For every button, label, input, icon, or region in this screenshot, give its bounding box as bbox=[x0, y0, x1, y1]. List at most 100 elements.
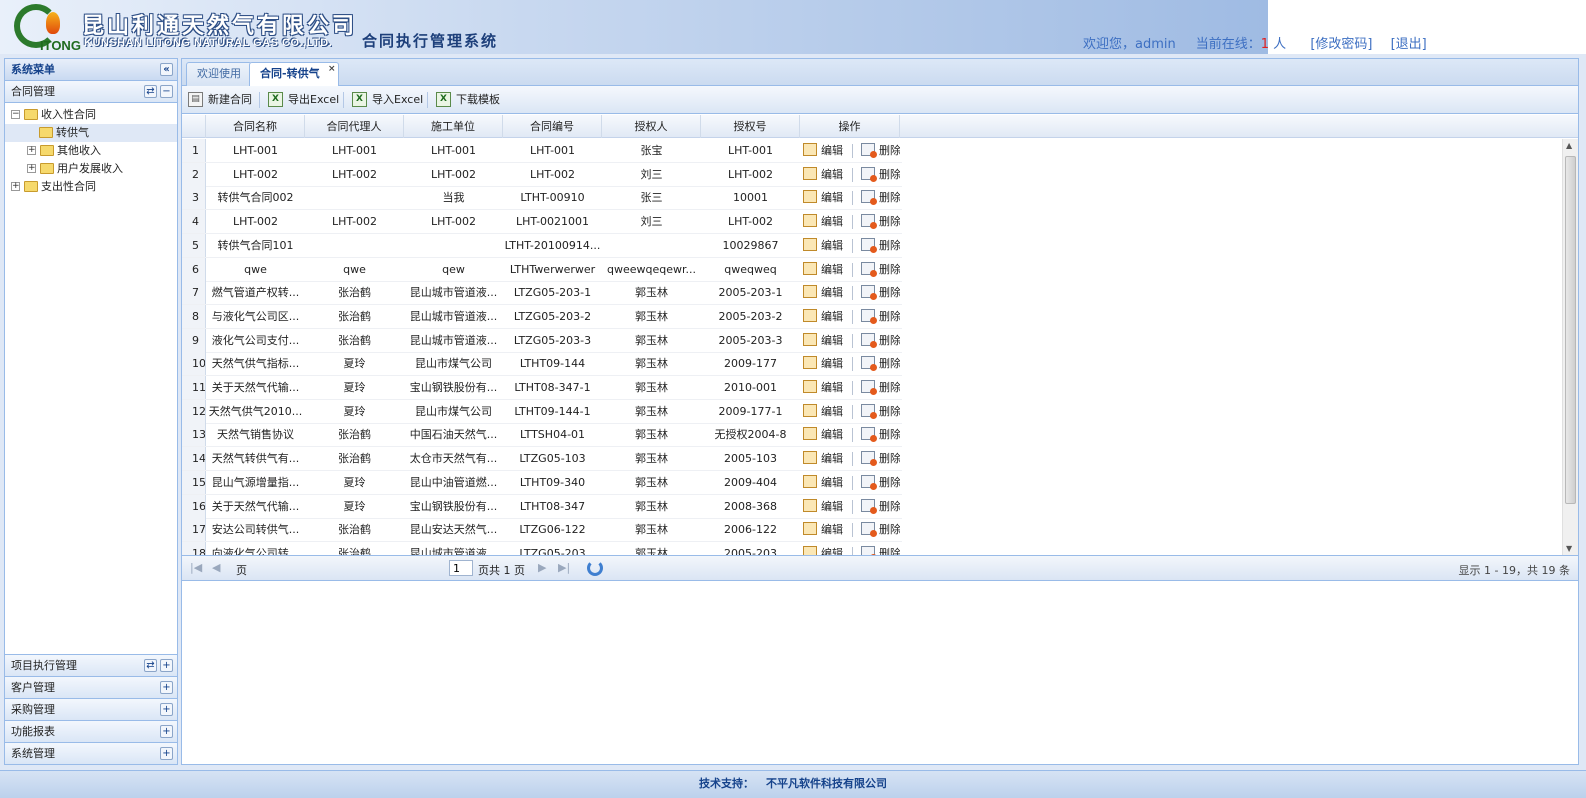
refresh-icon[interactable]: ⇄ bbox=[144, 85, 157, 98]
column-header[interactable]: 合同编号 bbox=[503, 115, 602, 138]
table-row[interactable]: 17 安达公司转供气... 张治鹤 昆山安达天然气... LTZG06-122 郭玉林 20… bbox=[182, 518, 902, 543]
expand-icon[interactable]: + bbox=[160, 659, 173, 672]
edit-button[interactable]: 编辑 bbox=[801, 426, 843, 443]
page-number-input[interactable] bbox=[449, 560, 473, 576]
expand-icon[interactable]: + bbox=[160, 681, 173, 694]
change-password-link[interactable]: [修改密码] bbox=[1310, 37, 1372, 52]
tab-contract-gas-transfer[interactable]: 合同-转供气 × bbox=[249, 62, 339, 87]
edit-button[interactable]: 编辑 bbox=[801, 450, 843, 467]
edit-button[interactable]: 编辑 bbox=[801, 403, 843, 420]
edit-button[interactable]: 编辑 bbox=[801, 189, 843, 206]
table-row[interactable]: 11 关于天然气代输... 夏玲 宝山钢铁股份有... LTHT08-347-1 郭玉林 2… bbox=[182, 376, 902, 400]
delete-button[interactable]: 删除 bbox=[859, 521, 900, 538]
edit-button[interactable]: 编辑 bbox=[801, 521, 843, 538]
edit-button[interactable]: 编辑 bbox=[801, 261, 843, 278]
expand-icon[interactable]: + bbox=[160, 725, 173, 738]
accordion-section[interactable]: 功能报表 + bbox=[5, 720, 177, 742]
tree-node[interactable]: + 其他收入 bbox=[5, 142, 177, 160]
expand-icon[interactable]: + bbox=[160, 703, 173, 716]
edit-button[interactable]: 编辑 bbox=[801, 213, 843, 230]
scroll-up-icon[interactable]: ▲ bbox=[1566, 141, 1572, 150]
table-row[interactable]: 8 与液化气公司区... 张治鹤 昆山城市管道液... LTZG05-203-2 郭玉林 2… bbox=[182, 304, 902, 329]
refresh-icon[interactable] bbox=[587, 560, 603, 576]
edit-button[interactable]: 编辑 bbox=[801, 308, 843, 325]
delete-button[interactable]: 删除 bbox=[859, 355, 900, 372]
accordion-section[interactable]: 采购管理 + bbox=[5, 698, 177, 720]
table-row[interactable]: 5 转供气合同101 LTHT-20100914... 10029867 编辑 删除 bbox=[182, 233, 902, 258]
table-row[interactable]: 3 转供气合同002 当我 LTHT-00910 张三 10001 编辑 删除 bbox=[182, 186, 902, 211]
delete-button[interactable]: 删除 bbox=[859, 498, 900, 515]
tree-node[interactable]: 转供气 bbox=[5, 124, 177, 142]
table-row[interactable]: 15 昆山气源增量指... 夏玲 昆山中油管道燃... LTHT09-340 郭玉林 200… bbox=[182, 470, 902, 495]
table-row[interactable]: 18 向液化气公司转... 张治鹤 昆山城市管道液... LTZG05-203 郭玉林 20… bbox=[182, 541, 902, 555]
table-row[interactable]: 9 液化气公司支付... 张治鹤 昆山城市管道液... LTZG05-203-3 郭玉林 2… bbox=[182, 328, 902, 353]
next-page-icon[interactable]: ▶ bbox=[538, 561, 546, 574]
column-header[interactable]: 操作 bbox=[800, 115, 900, 138]
delete-button[interactable]: 删除 bbox=[859, 545, 900, 555]
collapse-sidebar-icon[interactable]: « bbox=[160, 63, 173, 76]
edit-button[interactable]: 编辑 bbox=[801, 284, 843, 301]
download-template-button[interactable]: X 下载模板 bbox=[436, 91, 500, 109]
column-header[interactable]: 合同名称 bbox=[206, 115, 305, 138]
delete-button[interactable]: 删除 bbox=[859, 284, 900, 301]
expand-node-icon[interactable]: + bbox=[27, 164, 36, 173]
column-header[interactable]: 施工单位 bbox=[404, 115, 503, 138]
scrollbar-thumb[interactable] bbox=[1565, 156, 1576, 504]
table-row[interactable]: 1 LHT-001 LHT-001 LHT-001 LHT-001 张宝 LHT-001 编辑… bbox=[182, 139, 902, 163]
edit-button[interactable]: 编辑 bbox=[801, 332, 843, 349]
edit-button[interactable]: 编辑 bbox=[801, 545, 843, 555]
delete-button[interactable]: 删除 bbox=[859, 166, 900, 183]
close-tab-icon[interactable]: × bbox=[328, 64, 336, 74]
delete-button[interactable]: 删除 bbox=[859, 189, 900, 206]
accordion-section[interactable]: 项目执行管理 ⇄ + bbox=[5, 654, 177, 676]
edit-button[interactable]: 编辑 bbox=[801, 237, 843, 254]
first-page-icon[interactable]: |◀ bbox=[190, 561, 202, 574]
delete-button[interactable]: 删除 bbox=[859, 450, 900, 467]
table-row[interactable]: 14 天然气转供气有... 张治鹤 太仓市天然气有... LTZG05-103 郭玉林 20… bbox=[182, 447, 902, 472]
delete-button[interactable]: 删除 bbox=[859, 142, 900, 159]
edit-button[interactable]: 编辑 bbox=[801, 142, 843, 159]
expand-node-icon[interactable]: + bbox=[11, 182, 20, 191]
table-row[interactable]: 7 燃气管道产权转... 张治鹤 昆山城市管道液... LTZG05-203-1 郭玉林 2… bbox=[182, 281, 902, 306]
table-row[interactable]: 4 LHT-002 LHT-002 LHT-002 LHT-0021001 刘三 LHT-0… bbox=[182, 210, 902, 235]
table-row[interactable]: 16 关于天然气代输... 夏玲 宝山钢铁股份有... LTHT08-347 郭玉林 200… bbox=[182, 494, 902, 519]
last-page-icon[interactable]: ▶| bbox=[558, 561, 570, 574]
tree-node[interactable]: − 收入性合同 bbox=[5, 106, 177, 124]
edit-button[interactable]: 编辑 bbox=[801, 498, 843, 515]
table-row[interactable]: 13 天然气销售协议 张治鹤 中国石油天然气... LTTSH04-01 郭玉林 无授权20… bbox=[182, 423, 902, 448]
column-header[interactable]: 合同代理人 bbox=[305, 115, 404, 138]
tree-node[interactable]: + 支出性合同 bbox=[5, 178, 177, 196]
export-excel-button[interactable]: X 导出Excel bbox=[268, 91, 339, 109]
column-header[interactable]: 授权人 bbox=[602, 115, 701, 138]
delete-button[interactable]: 删除 bbox=[859, 308, 900, 325]
expand-icon[interactable]: + bbox=[160, 747, 173, 760]
accordion-section[interactable]: 系统管理 + bbox=[5, 742, 177, 764]
delete-button[interactable]: 删除 bbox=[859, 426, 900, 443]
edit-button[interactable]: 编辑 bbox=[801, 166, 843, 183]
edit-button[interactable]: 编辑 bbox=[801, 474, 843, 491]
import-excel-button[interactable]: X 导入Excel bbox=[352, 91, 423, 109]
collapse-node-icon[interactable]: − bbox=[11, 110, 20, 119]
tree-node[interactable]: + 用户发展收入 bbox=[5, 160, 177, 178]
table-row[interactable]: 6 qwe qwe qew LTHTwerwerwer qweewqeqewr... qwe… bbox=[182, 257, 902, 282]
logout-link[interactable]: [退出] bbox=[1391, 37, 1427, 52]
delete-button[interactable]: 删除 bbox=[859, 213, 900, 230]
expand-node-icon[interactable]: + bbox=[27, 146, 36, 155]
edit-button[interactable]: 编辑 bbox=[801, 355, 843, 372]
refresh-icon[interactable]: ⇄ bbox=[144, 659, 157, 672]
tab-welcome[interactable]: 欢迎使用 bbox=[186, 62, 252, 86]
vertical-scrollbar[interactable]: ▲ ▼ bbox=[1562, 139, 1578, 555]
column-header[interactable]: 授权号 bbox=[701, 115, 800, 138]
scroll-down-icon[interactable]: ▼ bbox=[1566, 544, 1572, 553]
new-contract-button[interactable]: ▤ 新建合同 bbox=[188, 91, 252, 109]
delete-button[interactable]: 删除 bbox=[859, 403, 900, 420]
delete-button[interactable]: 删除 bbox=[859, 237, 900, 254]
accordion-contract-management[interactable]: 合同管理 ⇄ − bbox=[5, 81, 177, 103]
collapse-icon[interactable]: − bbox=[160, 85, 173, 98]
delete-button[interactable]: 删除 bbox=[859, 332, 900, 349]
delete-button[interactable]: 删除 bbox=[859, 261, 900, 278]
delete-button[interactable]: 删除 bbox=[859, 379, 900, 396]
accordion-section[interactable]: 客户管理 + bbox=[5, 676, 177, 698]
table-row[interactable]: 10 天然气供气指标... 夏玲 昆山市煤气公司 LTHT09-144 郭玉林 2009-1… bbox=[182, 352, 902, 377]
prev-page-icon[interactable]: ◀ bbox=[212, 561, 220, 574]
